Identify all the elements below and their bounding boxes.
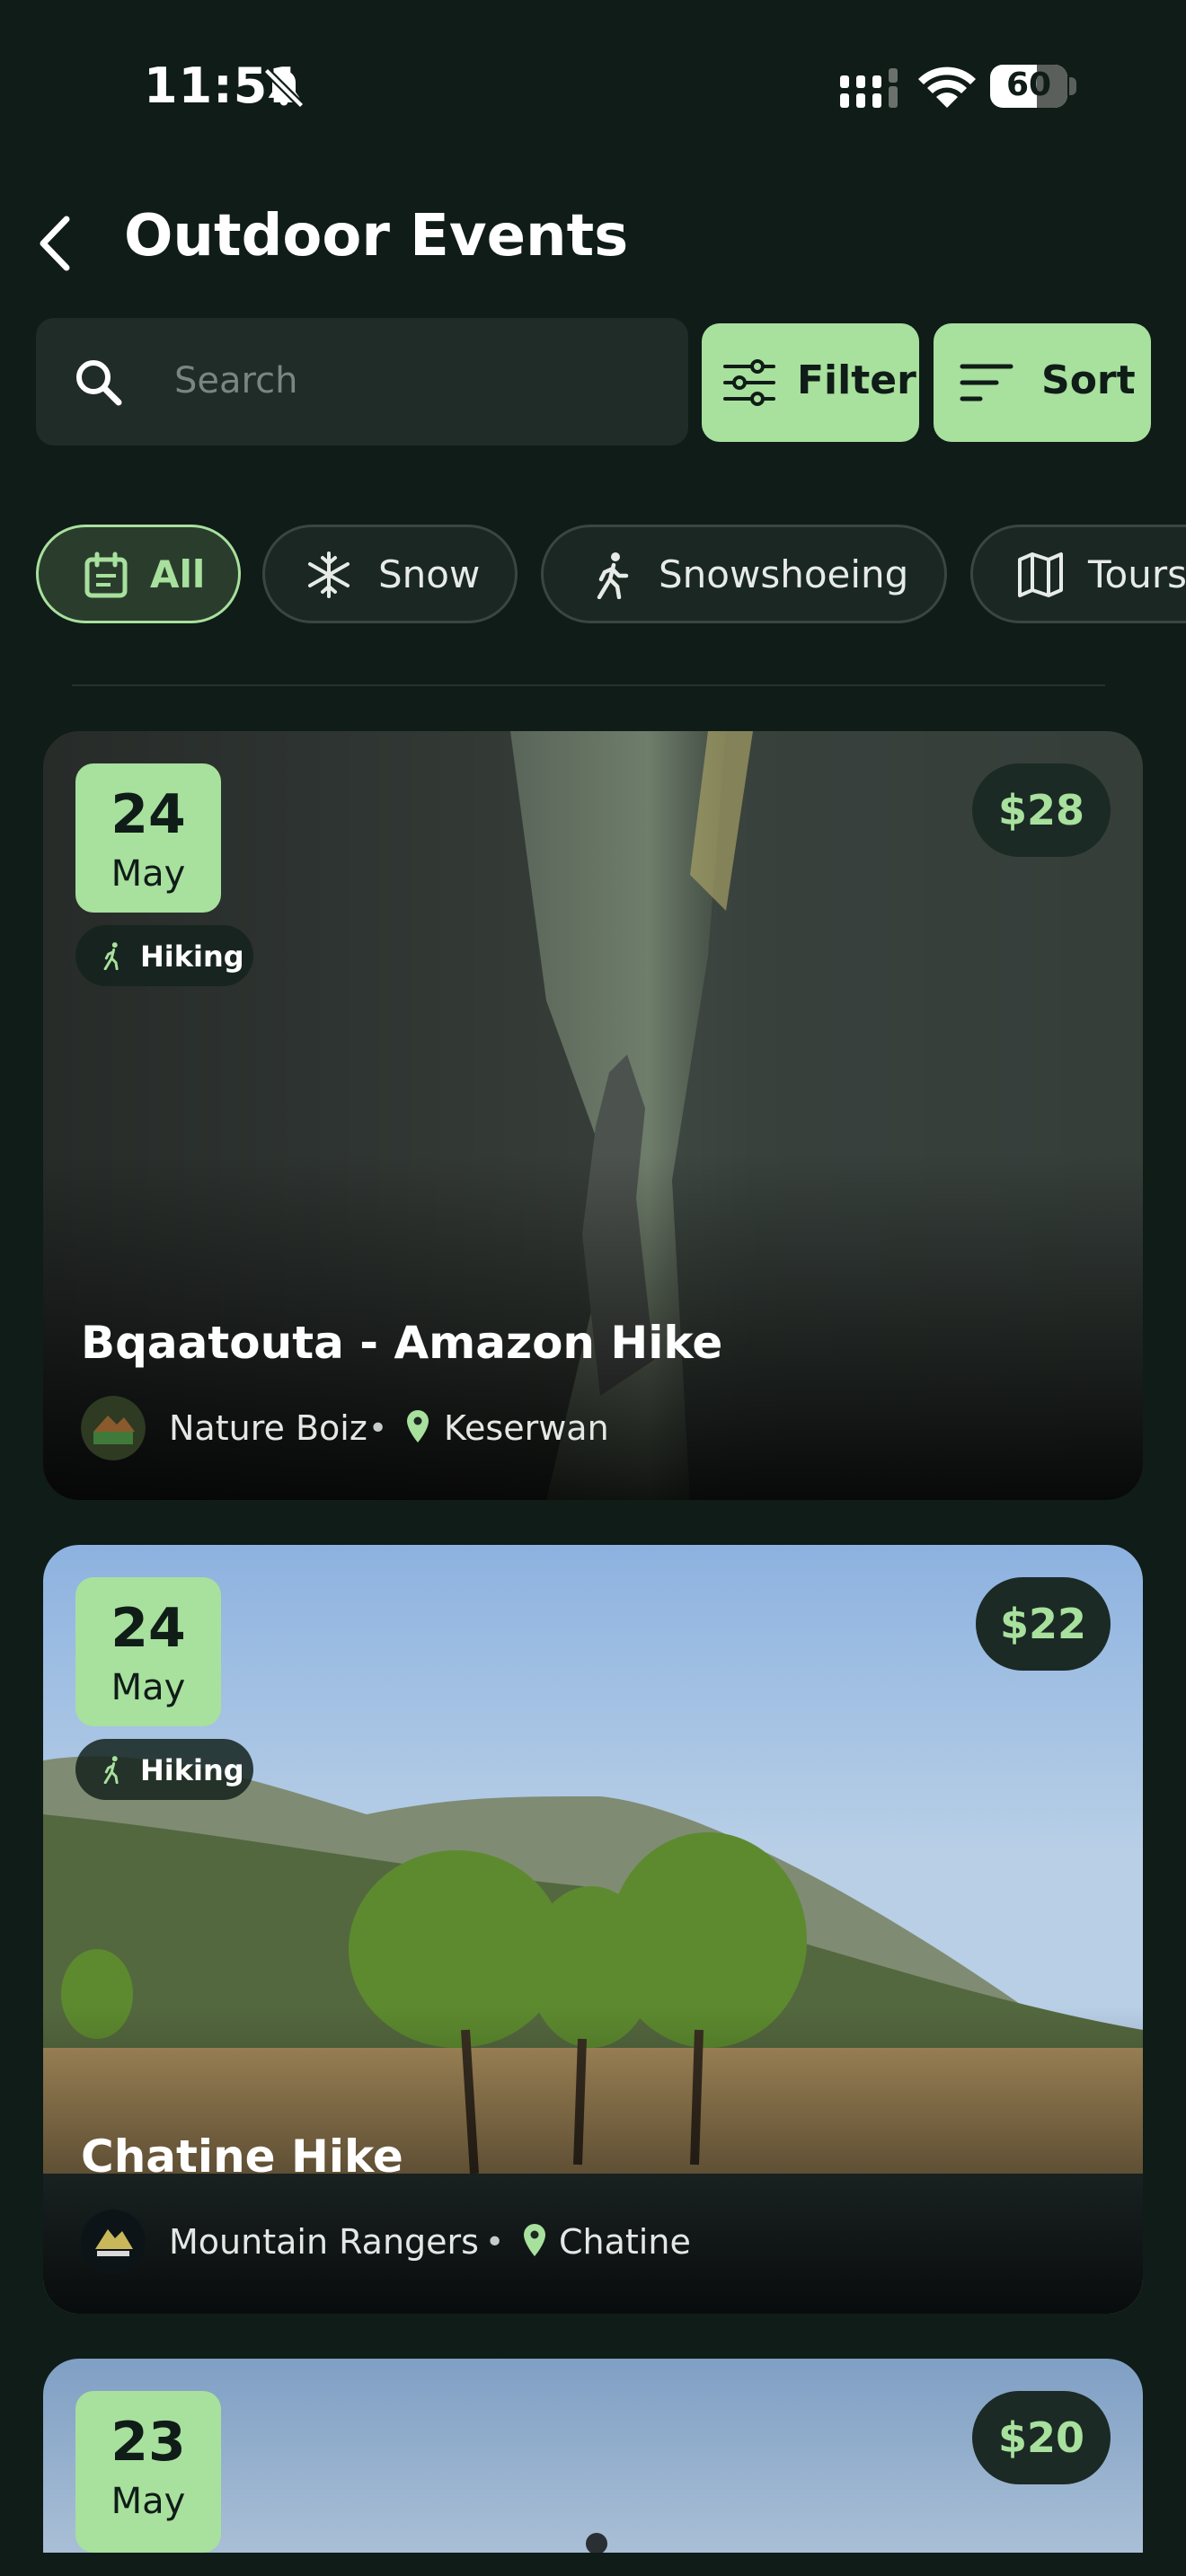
price-badge: $20 (972, 2391, 1111, 2484)
date-day: 23 (111, 2411, 186, 2474)
chip-label: Snow (378, 552, 481, 596)
chip-snow[interactable]: Snow (262, 525, 518, 623)
event-title: Chatine Hike (81, 2130, 403, 2183)
filter-label: Filter (797, 357, 916, 403)
cellular-signal-icon (840, 68, 898, 108)
sort-label: Sort (1041, 357, 1136, 403)
snowflake-icon (308, 551, 350, 598)
location-pin-icon (524, 2224, 545, 2256)
date-month: May (111, 1667, 186, 1708)
date-month: May (111, 2481, 186, 2522)
date-day: 24 (111, 783, 186, 846)
separator-dot: • (485, 2224, 505, 2261)
activity-tag: Hiking (75, 1739, 253, 1800)
chip-tours[interactable]: Tours (970, 525, 1186, 623)
chip-label: Snowshoeing (659, 552, 909, 596)
hiker-icon (103, 942, 119, 970)
organizer-name: Nature Boiz (169, 1408, 367, 1448)
date-badge: 24 May (75, 763, 221, 913)
price-badge: $28 (972, 763, 1111, 857)
search-icon (76, 360, 122, 406)
location-name: Chatine (559, 2222, 691, 2262)
sort-button[interactable]: Sort (934, 323, 1151, 442)
event-card[interactable]: 24 May Hiking $28 Bqaatouta - Amazon Hik… (43, 731, 1143, 1500)
battery-level: 60 (1005, 66, 1052, 103)
chip-snowshoeing[interactable]: Snowshoeing (541, 525, 947, 623)
chip-label: Tours (1088, 552, 1186, 596)
event-meta: Nature Boiz • Keserwan (81, 1396, 1069, 1460)
activity-tag: Hiking (75, 925, 253, 986)
price-badge: $22 (976, 1577, 1111, 1671)
location-pin-icon (407, 1410, 429, 1442)
battery-icon: 60 (990, 65, 1076, 110)
organizer-avatar (81, 2210, 146, 2274)
tag-label: Hiking (140, 1753, 244, 1787)
calendar-icon (84, 551, 128, 598)
sort-lines-icon (960, 364, 1013, 401)
back-arrow-icon[interactable] (32, 212, 77, 275)
filter-button[interactable]: Filter (702, 323, 919, 442)
map-icon (1018, 552, 1063, 597)
status-bar: 11:51 60 (0, 0, 1186, 171)
event-title: Bqaatouta - Amazon Hike (81, 1317, 723, 1369)
search-input[interactable] (174, 354, 659, 408)
event-card[interactable]: 23 May $20 (43, 2359, 1143, 2553)
wifi-icon (918, 66, 976, 108)
organizer-name: Mountain Rangers (169, 2222, 479, 2262)
separator-dot: • (368, 1410, 388, 1447)
bell-off-icon (263, 67, 305, 109)
hiker-icon (597, 552, 629, 599)
tag-label: Hiking (140, 940, 244, 974)
event-card[interactable]: 24 May Hiking $22 Chatine Hike Mountain … (43, 1545, 1143, 2314)
hiker-icon (103, 1756, 119, 1784)
chip-all[interactable]: All (36, 525, 241, 623)
category-chip-row: All Snow Snowshoeing Tours (0, 525, 1186, 629)
divider (72, 684, 1105, 686)
location-name: Keserwan (444, 1408, 609, 1448)
date-badge: 24 May (75, 1577, 221, 1726)
date-month: May (111, 853, 186, 895)
date-day: 24 (111, 1597, 186, 1660)
date-badge: 23 May (75, 2391, 221, 2553)
sliders-icon (723, 359, 775, 406)
organizer-avatar (81, 1396, 146, 1460)
search-bar[interactable] (36, 318, 688, 446)
page-title: Outdoor Events (124, 203, 629, 269)
chip-label: All (150, 552, 206, 596)
event-meta: Mountain Rangers • Chatine (81, 2210, 1069, 2274)
